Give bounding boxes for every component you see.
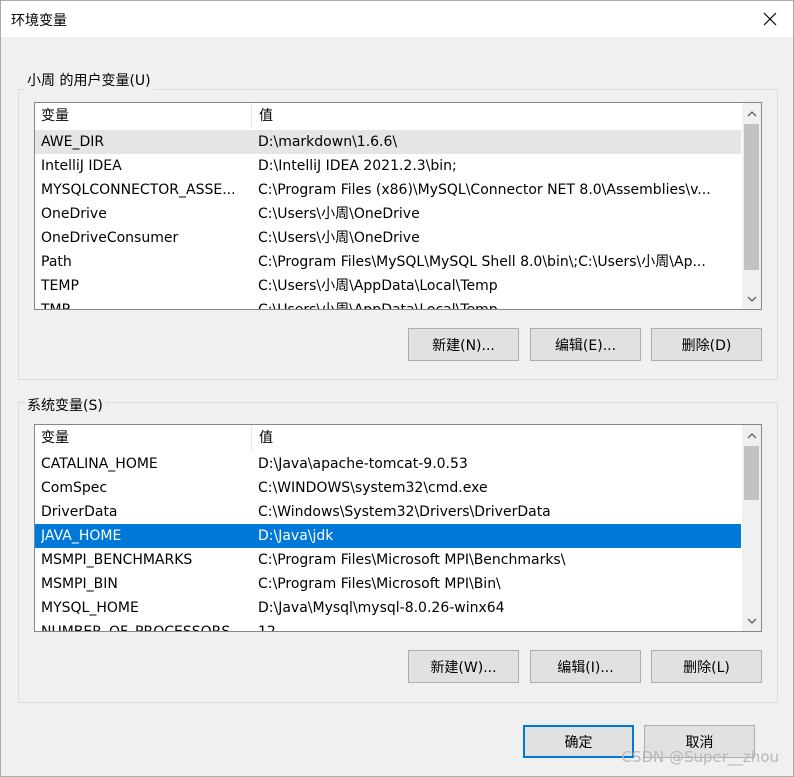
variable-value: D:\Java\jdk: [258, 528, 334, 544]
table-row[interactable]: DriverData C:\Windows\System32\Drivers\D…: [35, 500, 741, 524]
table-row[interactable]: Path C:\Program Files\MySQL\MySQL Shell …: [35, 250, 741, 274]
variable-value: C:\Program Files\Microsoft MPI\Bin\: [258, 576, 501, 592]
variable-value: 12: [258, 624, 276, 632]
variable-name: OneDriveConsumer: [41, 230, 179, 246]
close-button[interactable]: [747, 1, 793, 37]
watermark: CSDN @Super__zhou: [621, 748, 779, 766]
variable-name: JAVA_HOME: [41, 528, 122, 544]
user-edit-button[interactable]: 编辑(E)...: [530, 328, 641, 361]
variable-value: C:\Users\小周\OneDrive: [258, 206, 420, 222]
system-new-button[interactable]: 新建(W)...: [408, 650, 519, 683]
close-icon: [763, 12, 777, 26]
variable-name: MSMPI_BIN: [41, 576, 118, 592]
variable-name: TMP: [41, 302, 71, 310]
system-delete-button[interactable]: 删除(L): [651, 650, 762, 683]
chevron-up-icon: [747, 110, 756, 116]
list-header: 变量 值: [35, 425, 741, 451]
column-header-value[interactable]: 值: [253, 425, 741, 451]
scroll-down-button[interactable]: [742, 612, 761, 629]
column-header-name[interactable]: 变量: [35, 103, 252, 129]
table-row[interactable]: OneDrive C:\Users\小周\OneDrive: [35, 202, 741, 226]
variable-value: C:\Users\小周\OneDrive: [258, 230, 420, 246]
variable-value: C:\WINDOWS\system32\cmd.exe: [258, 480, 488, 496]
environment-variables-dialog: 环境变量 小周 的用户变量(U) 变量 值 AWE_DIR D:\markdow…: [0, 0, 794, 777]
table-row[interactable]: ComSpec C:\WINDOWS\system32\cmd.exe: [35, 476, 741, 500]
user-variables-list[interactable]: 变量 值 AWE_DIR D:\markdown\1.6.6\ IntelliJ…: [34, 102, 762, 310]
ok-button[interactable]: 确定: [523, 725, 634, 758]
scroll-down-button[interactable]: [742, 290, 761, 307]
table-row[interactable]: AWE_DIR D:\markdown\1.6.6\: [35, 130, 741, 154]
variable-value: D:\markdown\1.6.6\: [258, 134, 398, 150]
table-row[interactable]: NUMBER_OF_PROCESSORS 12: [35, 620, 741, 632]
variable-name: TEMP: [41, 278, 79, 294]
column-header-value[interactable]: 值: [253, 103, 741, 129]
variable-value: D:\IntelliJ IDEA 2021.2.3\bin;: [258, 158, 457, 174]
table-row[interactable]: CATALINA_HOME D:\Java\apache-tomcat-9.0.…: [35, 452, 741, 476]
vertical-scrollbar[interactable]: [742, 103, 761, 309]
table-row-selected[interactable]: JAVA_HOME D:\Java\jdk: [35, 524, 741, 548]
variable-name: Path: [41, 254, 72, 270]
chevron-down-icon: [747, 618, 756, 624]
system-variables-list[interactable]: 变量 值 CATALINA_HOME D:\Java\apache-tomcat…: [34, 424, 762, 632]
column-header-name[interactable]: 变量: [35, 425, 252, 451]
variable-value: C:\Program Files (x86)\MySQL\Connector N…: [258, 182, 711, 198]
user-new-button[interactable]: 新建(N)...: [408, 328, 519, 361]
variable-name: OneDrive: [41, 206, 107, 222]
variable-name: IntelliJ IDEA: [41, 158, 122, 174]
title-bar: 环境变量: [1, 1, 793, 37]
table-row[interactable]: IntelliJ IDEA D:\IntelliJ IDEA 2021.2.3\…: [35, 154, 741, 178]
variable-value: C:\Users\小周\AppData\Local\Temp: [258, 278, 498, 294]
window-title: 环境变量: [11, 13, 67, 29]
table-row[interactable]: MYSQL_HOME D:\Java\Mysql\mysql-8.0.26-wi…: [35, 596, 741, 620]
variable-name: NUMBER_OF_PROCESSORS: [41, 624, 231, 632]
system-variables-label: 系统变量(S): [25, 395, 105, 415]
scroll-thumb[interactable]: [744, 446, 759, 500]
table-row[interactable]: MSMPI_BENCHMARKS C:\Program Files\Micros…: [35, 548, 741, 572]
variable-value: C:\Program Files\Microsoft MPI\Benchmark…: [258, 552, 566, 568]
variable-value: C:\Users\小周\AppData\Local\Temp: [258, 302, 498, 310]
table-row[interactable]: TMP C:\Users\小周\AppData\Local\Temp: [35, 298, 741, 310]
variable-name: DriverData: [41, 504, 118, 520]
variable-name: AWE_DIR: [41, 134, 105, 150]
variable-value: C:\Windows\System32\Drivers\DriverData: [258, 504, 551, 520]
chevron-up-icon: [747, 432, 756, 438]
user-delete-button[interactable]: 删除(D): [651, 328, 762, 361]
vertical-scrollbar[interactable]: [742, 425, 761, 631]
table-row[interactable]: MSMPI_BIN C:\Program Files\Microsoft MPI…: [35, 572, 741, 596]
scroll-up-button[interactable]: [742, 105, 761, 122]
table-row[interactable]: TEMP C:\Users\小周\AppData\Local\Temp: [35, 274, 741, 298]
variable-value: D:\Java\Mysql\mysql-8.0.26-winx64: [258, 600, 505, 616]
variable-name: CATALINA_HOME: [41, 456, 158, 472]
variable-value: D:\Java\apache-tomcat-9.0.53: [258, 456, 468, 472]
variable-value: C:\Program Files\MySQL\MySQL Shell 8.0\b…: [258, 254, 706, 270]
variable-name: MYSQL_HOME: [41, 600, 139, 616]
scroll-thumb[interactable]: [744, 124, 759, 270]
variable-name: ComSpec: [41, 480, 108, 496]
table-row[interactable]: MYSQLCONNECTOR_ASSE... C:\Program Files …: [35, 178, 741, 202]
variable-name: MYSQLCONNECTOR_ASSE...: [41, 182, 236, 198]
variable-name: MSMPI_BENCHMARKS: [41, 552, 193, 568]
chevron-down-icon: [747, 296, 756, 302]
scroll-up-button[interactable]: [742, 427, 761, 444]
system-edit-button[interactable]: 编辑(I)...: [530, 650, 641, 683]
table-row[interactable]: OneDriveConsumer C:\Users\小周\OneDrive: [35, 226, 741, 250]
list-header: 变量 值: [35, 103, 741, 129]
user-variables-label: 小周 的用户变量(U): [25, 70, 153, 90]
